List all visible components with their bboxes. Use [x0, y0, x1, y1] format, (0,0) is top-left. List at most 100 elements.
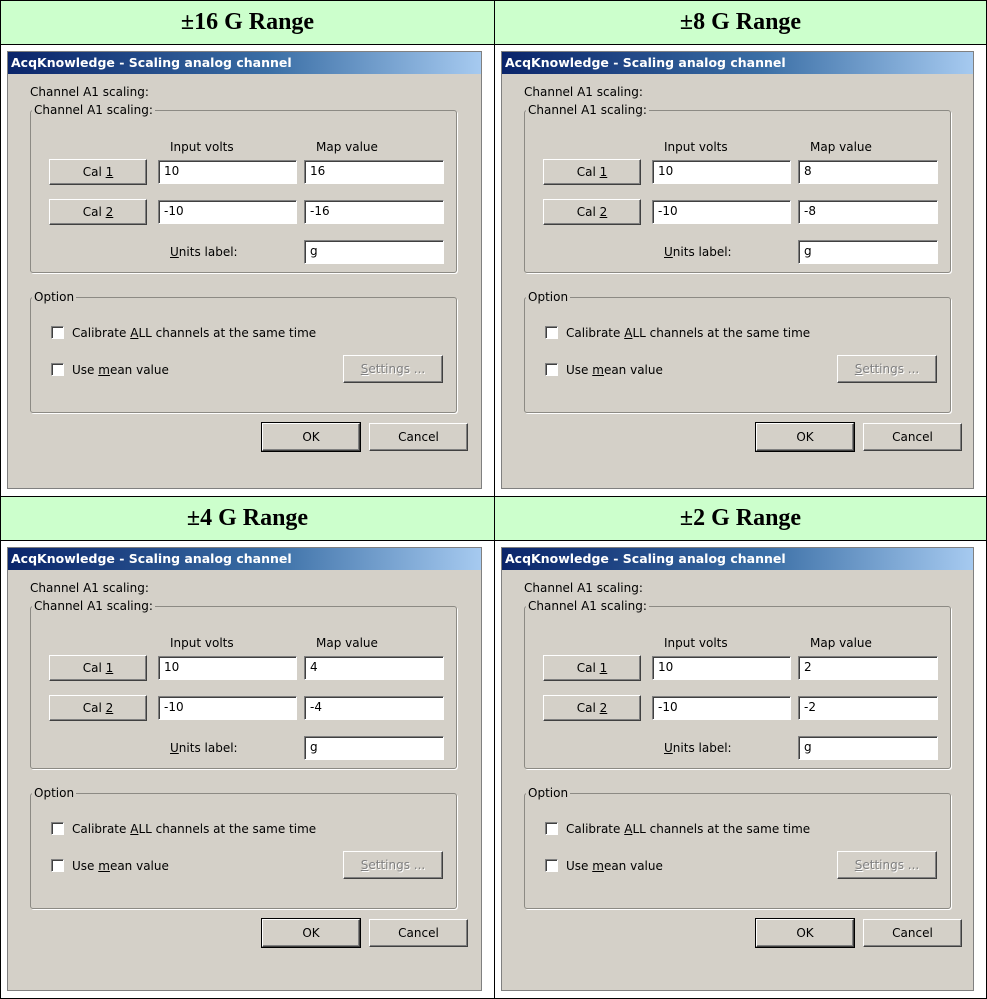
use-mean-label[interactable]: Use mean value: [566, 363, 663, 377]
cal-2-map-value-field[interactable]: -2: [798, 696, 938, 720]
ok-button-label: OK: [796, 430, 814, 444]
ok-button[interactable]: OK: [755, 918, 855, 948]
scaling-dialog: AcqKnowledge - Scaling analog channel Ch…: [501, 547, 974, 991]
units-label: Units label:: [664, 245, 732, 259]
range-header-label: ±4 G Range: [186, 505, 309, 531]
dialog-cell: AcqKnowledge - Scaling analog channel Ch…: [494, 44, 987, 497]
cal-2-input-volts-field[interactable]: -10: [158, 200, 297, 224]
dialog-title: AcqKnowledge - Scaling analog channel: [11, 55, 292, 70]
calibrate-all-checkbox[interactable]: [51, 326, 64, 339]
input-volts-header: Input volts: [170, 140, 234, 154]
cal-1-input-volts-field[interactable]: 10: [158, 160, 297, 184]
channel-scaling-label: Channel A1 scaling:: [30, 85, 149, 99]
cal-1-button[interactable]: Cal 1: [49, 655, 147, 681]
cal-2-map-value-field[interactable]: -8: [798, 200, 938, 224]
channel-scaling-group-legend: Channel A1 scaling:: [526, 103, 649, 117]
cal-1-button[interactable]: Cal 1: [543, 655, 641, 681]
channel-scaling-label: Channel A1 scaling:: [524, 581, 643, 595]
ok-button[interactable]: OK: [261, 422, 361, 452]
settings-button[interactable]: Settings ...: [837, 355, 937, 383]
channel-scaling-label: Channel A1 scaling:: [30, 581, 149, 595]
cal-2-button-label: Cal 2: [576, 701, 608, 715]
cal-2-map-value-field[interactable]: -16: [304, 200, 444, 224]
cal-2-button[interactable]: Cal 2: [543, 199, 641, 225]
cal-1-input-volts-field[interactable]: 10: [652, 160, 791, 184]
input-volts-header: Input volts: [170, 636, 234, 650]
dialog-title-bar[interactable]: AcqKnowledge - Scaling analog channel: [8, 548, 481, 570]
dialog-title-bar[interactable]: AcqKnowledge - Scaling analog channel: [502, 52, 973, 74]
cal-2-map-value-field[interactable]: -4: [304, 696, 444, 720]
dialog-cell: AcqKnowledge - Scaling analog channel Ch…: [0, 44, 495, 497]
cal-1-input-volts-field[interactable]: 10: [158, 656, 297, 680]
use-mean-label[interactable]: Use mean value: [72, 859, 169, 873]
settings-button-label: Settings ...: [360, 362, 426, 376]
units-value-field[interactable]: g: [304, 736, 444, 760]
range-header-label: ±8 G Range: [679, 9, 802, 35]
use-mean-checkbox[interactable]: [51, 363, 64, 376]
use-mean-checkbox[interactable]: [545, 363, 558, 376]
cal-1-map-value-field[interactable]: 16: [304, 160, 444, 184]
cal-2-button[interactable]: Cal 2: [543, 695, 641, 721]
range-header: ±16 G Range: [0, 0, 495, 45]
map-value-header: Map value: [810, 140, 872, 154]
cal-1-map-value-field[interactable]: 2: [798, 656, 938, 680]
calibrate-all-checkbox[interactable]: [545, 326, 558, 339]
calibrate-all-checkbox[interactable]: [545, 822, 558, 835]
cal-2-button-label: Cal 2: [82, 205, 114, 219]
map-value-header: Map value: [316, 140, 378, 154]
input-volts-header: Input volts: [664, 140, 728, 154]
cancel-button[interactable]: Cancel: [863, 919, 962, 947]
ok-button-label: OK: [302, 430, 320, 444]
settings-button[interactable]: Settings ...: [343, 355, 443, 383]
cal-1-button[interactable]: Cal 1: [49, 159, 147, 185]
range-header: ±4 G Range: [0, 496, 495, 541]
cal-1-map-value-field[interactable]: 4: [304, 656, 444, 680]
scaling-dialog: AcqKnowledge - Scaling analog channel Ch…: [7, 51, 482, 489]
settings-button[interactable]: Settings ...: [837, 851, 937, 879]
cal-2-input-volts-field[interactable]: -10: [652, 696, 791, 720]
calibrate-all-label[interactable]: Calibrate ALL channels at the same time: [72, 326, 316, 340]
dialog-title-bar[interactable]: AcqKnowledge - Scaling analog channel: [8, 52, 481, 74]
calibrate-all-label[interactable]: Calibrate ALL channels at the same time: [566, 822, 810, 836]
cal-2-button[interactable]: Cal 2: [49, 695, 147, 721]
settings-button-label: Settings ...: [360, 858, 426, 872]
channel-scaling-group-legend: Channel A1 scaling:: [526, 599, 649, 613]
calibrate-all-checkbox[interactable]: [51, 822, 64, 835]
units-value-field[interactable]: g: [798, 736, 938, 760]
range-header-label: ±2 G Range: [679, 505, 802, 531]
units-label: Units label:: [170, 741, 238, 755]
use-mean-checkbox[interactable]: [51, 859, 64, 872]
calibrate-all-label[interactable]: Calibrate ALL channels at the same time: [566, 326, 810, 340]
cal-1-map-value-field[interactable]: 8: [798, 160, 938, 184]
cancel-button[interactable]: Cancel: [863, 423, 962, 451]
calibrate-all-label[interactable]: Calibrate ALL channels at the same time: [72, 822, 316, 836]
option-group-legend: Option: [32, 786, 77, 800]
cancel-button[interactable]: Cancel: [369, 423, 468, 451]
units-value-field[interactable]: g: [304, 240, 444, 264]
ok-button[interactable]: OK: [261, 918, 361, 948]
units-value-field[interactable]: g: [798, 240, 938, 264]
cancel-button[interactable]: Cancel: [369, 919, 468, 947]
ok-button-label: OK: [796, 926, 814, 940]
cal-2-button-label: Cal 2: [82, 701, 114, 715]
use-mean-label[interactable]: Use mean value: [72, 363, 169, 377]
cal-2-input-volts-field[interactable]: -10: [652, 200, 791, 224]
units-label: Units label:: [170, 245, 238, 259]
dialog-cell: AcqKnowledge - Scaling analog channel Ch…: [0, 540, 495, 999]
ok-button[interactable]: OK: [755, 422, 855, 452]
cal-1-input-volts-field[interactable]: 10: [652, 656, 791, 680]
settings-button[interactable]: Settings ...: [343, 851, 443, 879]
use-mean-checkbox[interactable]: [545, 859, 558, 872]
cancel-button-label: Cancel: [398, 430, 439, 444]
scaling-dialog: AcqKnowledge - Scaling analog channel Ch…: [501, 51, 974, 489]
dialog-cell: AcqKnowledge - Scaling analog channel Ch…: [494, 540, 987, 999]
option-group-legend: Option: [526, 786, 571, 800]
dialog-title-bar[interactable]: AcqKnowledge - Scaling analog channel: [502, 548, 973, 570]
channel-scaling-group-legend: Channel A1 scaling:: [32, 103, 155, 117]
cal-1-button[interactable]: Cal 1: [543, 159, 641, 185]
cal-2-button[interactable]: Cal 2: [49, 199, 147, 225]
range-header: ±2 G Range: [494, 496, 987, 541]
use-mean-label[interactable]: Use mean value: [566, 859, 663, 873]
option-group-legend: Option: [32, 290, 77, 304]
cal-2-input-volts-field[interactable]: -10: [158, 696, 297, 720]
